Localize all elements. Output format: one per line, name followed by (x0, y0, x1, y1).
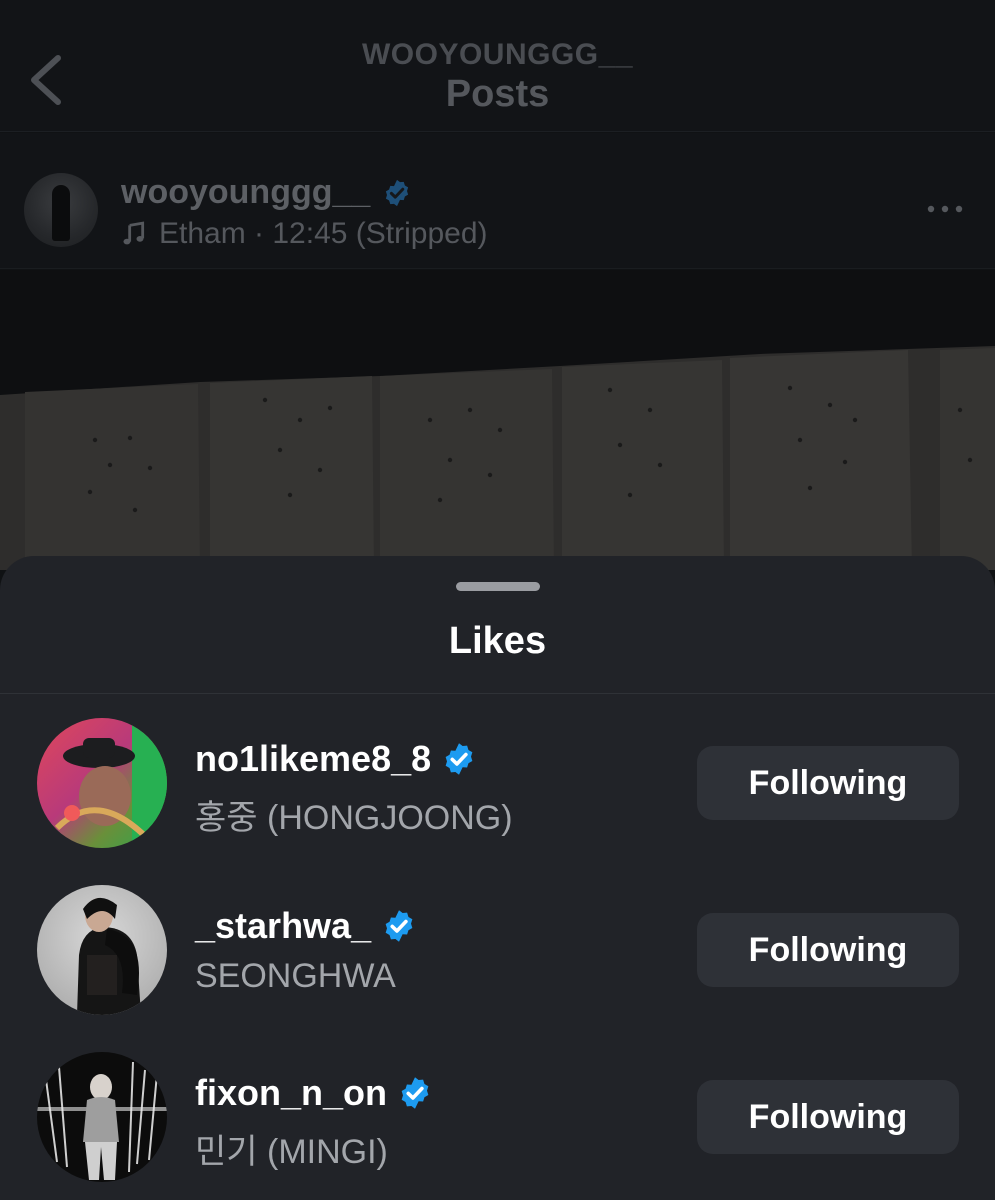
sheet-title: Likes (448, 620, 547, 662)
post-photo-wall (0, 270, 995, 570)
screen: WOOYOUNGGG__ Posts wooyounggg__ Etham · … (0, 0, 995, 1200)
post-author-avatar[interactable] (24, 173, 98, 247)
like-username-row[interactable]: fixon_n_on (195, 1072, 433, 1114)
avatar[interactable] (37, 885, 167, 1015)
sheet-grabber[interactable] (456, 582, 540, 591)
avatar[interactable] (37, 1052, 167, 1182)
verified-badge-icon (445, 743, 473, 775)
verified-badge-icon (386, 179, 409, 206)
avatar-photo (37, 718, 167, 848)
post-music-info[interactable]: Etham · 12:45 (Stripped) (121, 217, 488, 251)
username: no1likeme8_8 (195, 738, 432, 779)
like-username-row[interactable]: no1likeme8_8 (195, 738, 477, 780)
more-options-button[interactable] (925, 201, 965, 217)
post-author[interactable]: wooyounggg__ (121, 173, 412, 212)
likes-sheet: Likes no1likeme8_8 홍중 (HONGJOONG) Follow… (0, 556, 995, 1200)
top-nav-bar: WOOYOUNGGG__ Posts (0, 0, 995, 132)
post-author-username: wooyounggg__ (121, 173, 371, 211)
like-list-item[interactable]: _starhwa_ SEONGHWA Following (0, 885, 995, 1025)
following-button[interactable]: Following (697, 746, 959, 820)
like-list-item[interactable]: no1likeme8_8 홍중 (HONGJOONG) Following (0, 718, 995, 858)
username: _starhwa_ (195, 905, 372, 946)
like-list-item[interactable]: fixon_n_on 민기 (MINGI) Following (0, 1052, 995, 1192)
full-name: 민기 (MINGI) (195, 1133, 388, 1171)
avatar-photo (37, 885, 167, 1015)
avatar-photo (37, 1052, 167, 1182)
post-header: wooyounggg__ Etham · 12:45 (Stripped) (0, 133, 995, 269)
username: fixon_n_on (195, 1072, 388, 1113)
full-name: SEONGHWA (195, 957, 396, 995)
page-title: Posts (445, 73, 550, 115)
full-name: 홍중 (HONGJOONG) (195, 799, 513, 837)
header-username: WOOYOUNGGG__ (361, 38, 634, 71)
like-username-row[interactable]: _starhwa_ (195, 905, 417, 947)
more-horizontal-icon (927, 205, 963, 213)
header-titles: WOOYOUNGGG__ Posts (0, 40, 995, 118)
music-note-icon (123, 221, 145, 245)
post-music-text: Etham · 12:45 (Stripped) (159, 217, 488, 250)
following-button[interactable]: Following (697, 913, 959, 987)
following-button[interactable]: Following (697, 1080, 959, 1154)
verified-badge-icon (385, 910, 413, 942)
divider (0, 693, 995, 694)
avatar[interactable] (37, 718, 167, 848)
verified-badge-icon (401, 1077, 429, 1109)
post-image[interactable] (0, 270, 995, 570)
